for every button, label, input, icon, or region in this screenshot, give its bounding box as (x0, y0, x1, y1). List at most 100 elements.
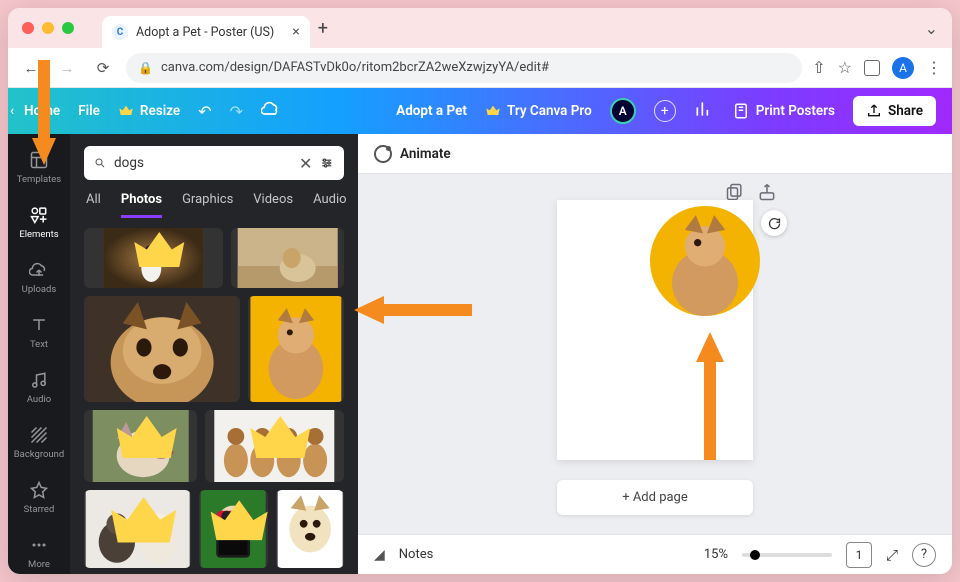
panel-tab-graphics[interactable]: Graphics (182, 192, 233, 218)
search-icon (94, 155, 106, 171)
redo-button[interactable]: ↷ (230, 102, 243, 121)
rail-label: Elements (19, 229, 58, 240)
rail-item-starred[interactable]: Starred (8, 470, 70, 525)
more-icon (29, 535, 49, 555)
photo-thumbnail[interactable] (276, 490, 344, 568)
tab-title: Adopt a Pet - Poster (US) (136, 25, 274, 40)
elements-search-input[interactable] (114, 155, 291, 171)
help-button[interactable]: ? (912, 543, 936, 567)
photo-thumbnail[interactable] (248, 296, 344, 402)
elements-icon (29, 205, 49, 225)
rail-item-text[interactable]: Text (8, 305, 70, 360)
back-button[interactable]: ← (18, 55, 44, 81)
user-avatar[interactable]: A (610, 98, 636, 124)
photo-thumbnail[interactable] (199, 490, 267, 568)
file-menu[interactable]: File (78, 103, 100, 119)
new-tab-button[interactable]: + (318, 18, 328, 39)
fullscreen-button[interactable]: ⤢ (886, 546, 898, 564)
photo-thumbnail[interactable] (231, 228, 344, 288)
notes-button[interactable]: Notes (399, 547, 434, 562)
add-collaborator-button[interactable]: + (654, 100, 676, 122)
chrome-profile-avatar[interactable]: A (892, 57, 914, 79)
panel-tab-photos[interactable]: Photos (121, 192, 162, 218)
photo-thumbnail[interactable] (84, 296, 240, 402)
home-button[interactable]: ‹ Home (24, 103, 60, 119)
animate-button[interactable]: Animate (400, 146, 451, 162)
background-icon (29, 425, 49, 445)
pro-badge-icon (90, 410, 197, 476)
crown-icon (485, 103, 501, 119)
audio-icon (29, 370, 49, 390)
share-icon (866, 103, 882, 119)
rail-label: Uploads (22, 284, 57, 295)
tabs-overflow-icon[interactable]: ⌄ (925, 19, 938, 38)
panel-tab-videos[interactable]: Videos (253, 192, 293, 218)
insights-icon[interactable] (694, 99, 714, 123)
text-icon (29, 315, 49, 335)
pro-badge-icon (90, 490, 191, 562)
photo-thumbnail[interactable] (84, 228, 223, 288)
page-count-button[interactable]: 1 (846, 542, 872, 568)
export-page-icon[interactable] (757, 182, 777, 202)
photo-thumbnail[interactable] (205, 410, 344, 482)
animate-icon (374, 145, 392, 163)
add-page-button[interactable]: + Add page (557, 480, 753, 515)
placed-circle-image[interactable] (650, 206, 760, 316)
page-sync-button[interactable] (761, 210, 787, 236)
reload-button[interactable]: ⟳ (90, 55, 116, 81)
panel-tab-all[interactable]: All (86, 192, 101, 218)
rail-label: More (28, 559, 50, 570)
rail-label: Audio (27, 394, 51, 405)
share-chrome-icon[interactable]: ⇧ (812, 58, 825, 77)
print-icon (732, 102, 750, 120)
pro-badge-icon (90, 228, 223, 282)
share-button[interactable]: Share (853, 96, 936, 126)
address-bar[interactable]: 🔒 canva.com/design/DAFASTvDk0o/ritom2bcr… (126, 53, 802, 83)
url-text: canva.com/design/DAFASTvDk0o/ritom2bcrZA… (161, 60, 549, 75)
crown-icon (118, 103, 134, 119)
undo-button[interactable]: ↶ (198, 102, 211, 121)
panel-tab-audio[interactable]: Audio (313, 192, 346, 218)
project-title[interactable]: Adopt a Pet (396, 103, 467, 119)
notes-icon: ◢ (374, 547, 385, 563)
tab-close-icon[interactable]: × (292, 24, 299, 40)
zoom-level: 15% (704, 547, 728, 562)
clear-search-icon[interactable]: ✕ (299, 154, 312, 173)
cloud-sync-icon[interactable] (261, 99, 281, 123)
rail-item-background[interactable]: Background (8, 415, 70, 470)
rail-item-templates[interactable]: Templates (8, 140, 70, 195)
photo-thumbnail[interactable] (84, 410, 197, 482)
chrome-menu-icon[interactable]: ⋮ (926, 58, 942, 77)
zoom-slider[interactable] (742, 553, 832, 557)
browser-tab[interactable]: C Adopt a Pet - Poster (US) × (102, 16, 310, 48)
forward-button[interactable]: → (54, 55, 80, 81)
print-posters-button[interactable]: Print Posters (732, 102, 835, 120)
photo-thumbnail[interactable] (84, 490, 191, 568)
chevron-left-icon: ‹ (10, 103, 14, 119)
filters-icon[interactable] (320, 154, 334, 172)
extensions-icon[interactable] (864, 60, 880, 76)
pro-badge-icon (211, 410, 344, 476)
pro-badge-icon (205, 490, 267, 562)
resize-button[interactable]: Resize (118, 103, 180, 119)
try-pro-button[interactable]: Try Canva Pro (485, 103, 592, 119)
rail-item-elements[interactable]: Elements (8, 195, 70, 250)
design-page[interactable] (557, 200, 753, 460)
uploads-icon (29, 260, 49, 280)
templates-icon (29, 150, 49, 170)
bookmark-icon[interactable]: ☆ (838, 58, 852, 77)
rail-item-more[interactable]: More (8, 525, 70, 574)
search-input-wrap: ✕ (84, 146, 344, 180)
photo-results-grid (70, 228, 358, 574)
starred-icon (29, 480, 49, 500)
rail-label: Background (14, 449, 65, 460)
rail-label: Templates (17, 174, 61, 185)
favicon-icon: C (112, 24, 128, 40)
window-controls[interactable] (22, 22, 74, 34)
rail-item-audio[interactable]: Audio (8, 360, 70, 415)
rail-label: Text (30, 339, 48, 350)
lock-icon: 🔒 (138, 61, 153, 75)
rail-label: Starred (24, 504, 55, 515)
rail-item-uploads[interactable]: Uploads (8, 250, 70, 305)
duplicate-page-icon[interactable] (725, 182, 745, 202)
